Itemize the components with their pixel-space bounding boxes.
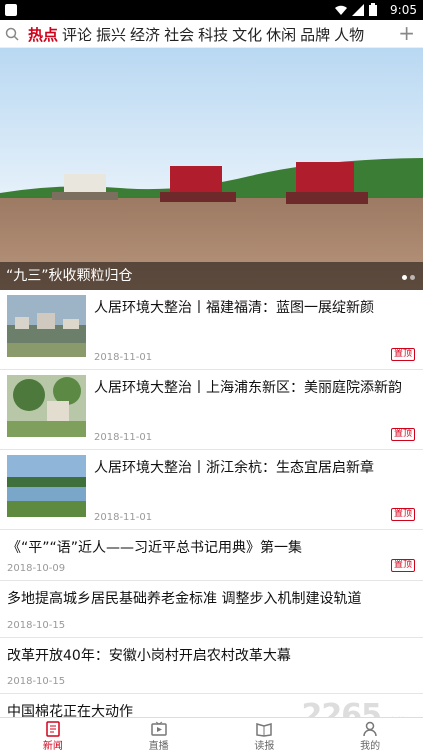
nav-mine[interactable]: 我的 [317, 718, 423, 753]
news-item[interactable]: 人居环境大整治丨浙江余杭：生态宜居启新章 2018-11-01 置顶 [0, 450, 423, 530]
nav-label: 我的 [360, 741, 381, 752]
app-notification-icon [5, 4, 17, 16]
tab-7[interactable]: 文化 [232, 24, 262, 45]
nav-label: 新闻 [42, 741, 63, 752]
nav-read-paper[interactable]: 读报 [212, 718, 318, 753]
book-icon [256, 723, 273, 737]
news-date: 2018-10-15 [7, 676, 66, 687]
carousel-dots [402, 275, 415, 280]
pinned-badge: 置顶 [390, 428, 415, 441]
news-date: 2018-11-01 [94, 432, 153, 443]
hero-banner[interactable]: “九三”秋收颗粒归仓 [0, 48, 423, 290]
tab-5[interactable]: 社会 [164, 24, 194, 45]
pinned-badge: 置顶 [390, 348, 415, 361]
news-date: 2018-11-01 [94, 512, 153, 523]
tab-9[interactable]: 品牌 [300, 24, 330, 45]
tab-4[interactable]: 经济 [130, 24, 160, 45]
tab-2[interactable]: 评论 [62, 24, 92, 45]
carousel-dot [402, 275, 407, 280]
news-title: 人居环境大整治丨福建福清：蓝图一展绽新颜 [94, 300, 374, 316]
add-channel-icon[interactable]: + [398, 23, 415, 43]
signal-icon [352, 3, 364, 19]
nav-label: 直播 [148, 741, 169, 752]
wifi-icon [335, 4, 347, 19]
news-date: 2018-11-01 [94, 352, 153, 363]
status-icons [335, 3, 377, 19]
battery-icon [369, 3, 377, 19]
tv-icon [150, 721, 167, 736]
news-date: 2018-10-09 [7, 563, 66, 574]
carousel-dot [410, 275, 415, 280]
news-item[interactable]: 多地提高城乡居民基础养老金标准 调整步入机制建设轨道 2018-10-15 [0, 581, 423, 638]
nav-label: 读报 [254, 741, 275, 752]
user-icon [363, 721, 377, 737]
bottom-nav: 新闻 直播 读报 我的 [0, 717, 423, 753]
channel-tab-bar: 热点 评论 振兴 经济 社会 科技 文化 休闲 品牌 人物 + [0, 20, 423, 48]
nav-live[interactable]: 直播 [106, 718, 212, 753]
status-bar: 9:05 [0, 0, 423, 20]
news-title: 人居环境大整治丨上海浦东新区：美丽庭院添新韵 [94, 380, 402, 396]
news-item[interactable]: 《“平”“语”近人——习近平总书记用典》第一集 2018-10-09 置顶 [0, 530, 423, 581]
news-icon [46, 721, 60, 737]
tab-3[interactable]: 振兴 [96, 24, 126, 45]
pinned-badge: 置顶 [390, 559, 415, 572]
channel-tabs: 热点 评论 振兴 经济 社会 科技 文化 休闲 品牌 人物 [28, 24, 364, 45]
hero-caption: “九三”秋收颗粒归仓 [0, 262, 423, 290]
pinned-badge: 置顶 [390, 508, 415, 521]
news-title: 人居环境大整治丨浙江余杭：生态宜居启新章 [94, 460, 374, 476]
news-thumbnail [7, 295, 86, 357]
tab-6[interactable]: 科技 [198, 24, 228, 45]
tab-10[interactable]: 人物 [334, 24, 364, 45]
news-thumbnail [7, 375, 86, 437]
status-time: 9:05 [390, 3, 417, 17]
news-title: 《“平”“语”近人——习近平总书记用典》第一集 [7, 540, 303, 556]
news-title: 多地提高城乡居民基础养老金标准 调整步入机制建设轨道 [7, 591, 362, 607]
news-item[interactable]: 人居环境大整治丨福建福清：蓝图一展绽新颜 2018-11-01 置顶 [0, 290, 423, 370]
harvest-photo [0, 48, 423, 290]
tab-1[interactable]: 热点 [28, 24, 58, 45]
news-item[interactable]: 人居环境大整治丨上海浦东新区：美丽庭院添新韵 2018-11-01 置顶 [0, 370, 423, 450]
news-item[interactable]: 改革开放40年：安徽小岗村开启农村改革大幕 2018-10-15 [0, 638, 423, 694]
search-icon[interactable] [5, 26, 19, 41]
tab-8[interactable]: 休闲 [266, 24, 296, 45]
news-date: 2018-10-15 [7, 620, 66, 631]
nav-news[interactable]: 新闻 [0, 718, 106, 753]
news-title: 改革开放40年：安徽小岗村开启农村改革大幕 [7, 648, 291, 664]
news-thumbnail [7, 455, 86, 517]
